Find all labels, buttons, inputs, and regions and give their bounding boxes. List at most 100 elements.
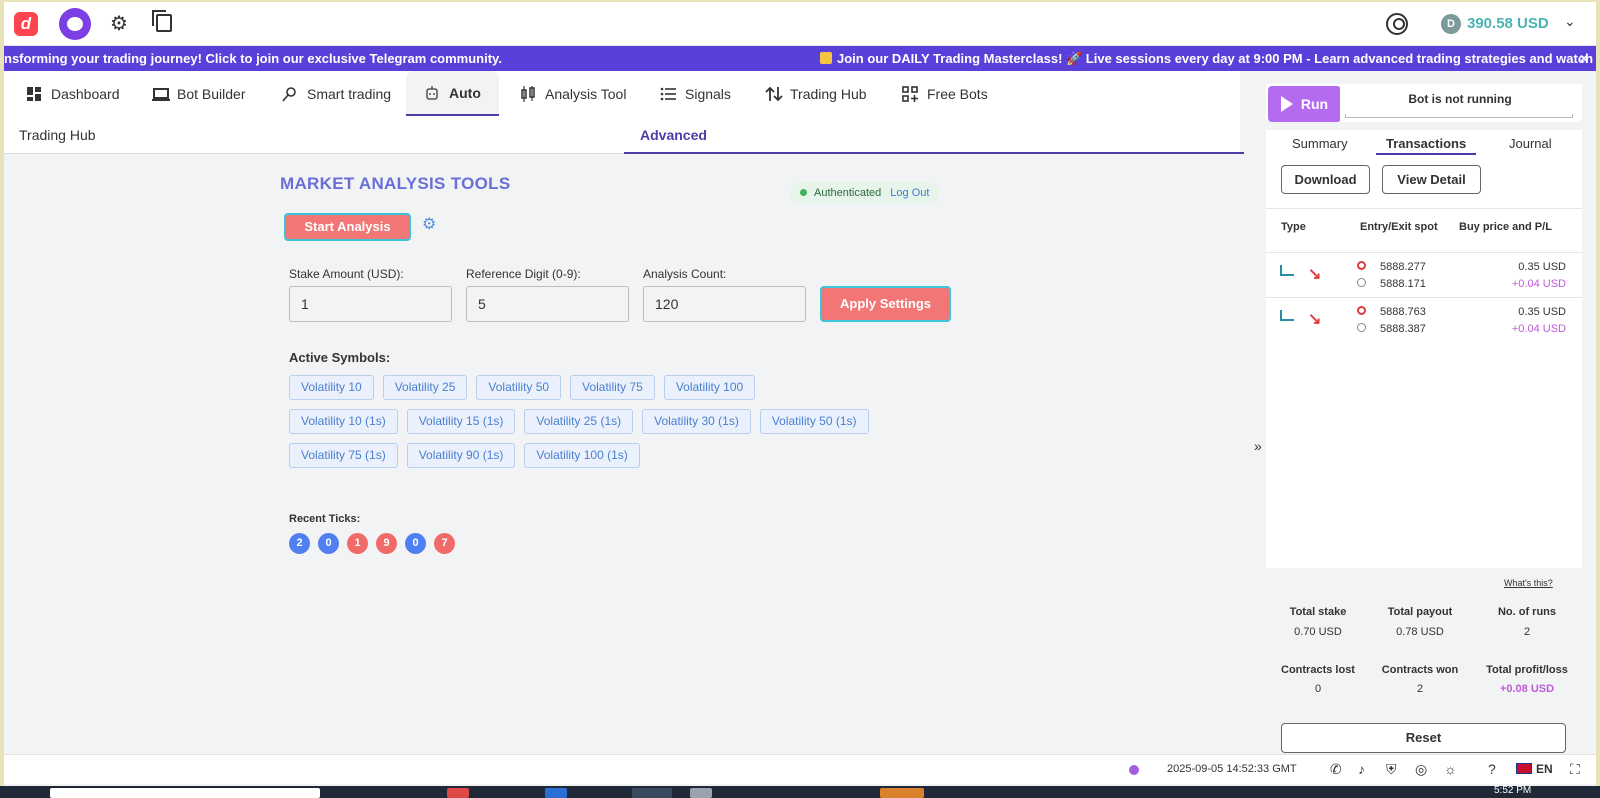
subtab-advanced[interactable]: Advanced bbox=[624, 116, 1244, 154]
top-bar: d ⚙ D 390.58 USD ⌄ bbox=[4, 2, 1596, 46]
entry-dot-icon bbox=[1357, 306, 1366, 315]
start-analysis-button[interactable]: Start Analysis bbox=[284, 213, 411, 241]
entry-spot: 5888.277 bbox=[1380, 261, 1426, 273]
stat-value: 0 bbox=[1314, 683, 1322, 695]
symbol-chip[interactable]: Volatility 10 bbox=[289, 375, 374, 400]
logout-link[interactable]: Log Out bbox=[890, 187, 929, 199]
download-button[interactable]: Download bbox=[1281, 165, 1370, 194]
shield-icon[interactable]: ⛨ bbox=[1386, 761, 1397, 777]
buy-price: 0.35 USD bbox=[1518, 306, 1566, 318]
subtab-trading-hub[interactable]: Trading Hub bbox=[19, 116, 96, 154]
whatsapp-icon[interactable]: ✆ bbox=[1330, 761, 1342, 777]
language-code: EN bbox=[1536, 762, 1553, 776]
tab-dashboard[interactable]: Dashboard bbox=[26, 71, 120, 116]
tab-free-bots[interactable]: Free Bots bbox=[902, 71, 988, 116]
theme-icon[interactable]: ☼ bbox=[1444, 761, 1457, 777]
bot-builder-icon bbox=[152, 86, 170, 102]
symbol-chip[interactable]: Volatility 100 (1s) bbox=[524, 443, 640, 468]
symbol-chip[interactable]: Volatility 90 (1s) bbox=[406, 443, 516, 468]
help-icon[interactable]: ? bbox=[1488, 761, 1496, 777]
stat-value: 2 bbox=[1416, 683, 1424, 695]
column-header-type: Type bbox=[1281, 221, 1306, 233]
whats-this-link[interactable]: What's this? bbox=[1504, 578, 1553, 588]
chevron-down-icon[interactable]: ⌄ bbox=[1564, 13, 1576, 30]
symbol-chip[interactable]: Volatility 15 (1s) bbox=[406, 409, 516, 434]
stat-value: +0.08 USD bbox=[1499, 683, 1555, 695]
symbol-chip[interactable]: Volatility 100 bbox=[663, 375, 756, 400]
tab-auto[interactable]: Auto bbox=[406, 71, 499, 116]
taskbar-app[interactable] bbox=[447, 788, 469, 798]
stake-amount-label: Stake Amount (USD): bbox=[289, 267, 404, 281]
bot-status-text: Bot is not running bbox=[1408, 92, 1512, 106]
reset-button[interactable]: Reset bbox=[1281, 723, 1566, 753]
banner-masterclass[interactable]: Join our DAILY Trading Masterclass! 🚀 Li… bbox=[820, 46, 1596, 71]
taskbar-app[interactable] bbox=[632, 788, 672, 798]
exit-dot-icon bbox=[1357, 278, 1366, 287]
run-button[interactable]: Run bbox=[1268, 86, 1341, 122]
tab-label: Trading Hub bbox=[790, 85, 867, 102]
tab-smart-trading[interactable]: Smart trading bbox=[282, 71, 391, 116]
apply-settings-button[interactable]: Apply Settings bbox=[820, 286, 951, 322]
tiktok-icon[interactable]: ♪ bbox=[1358, 761, 1365, 777]
taskbar-search[interactable] bbox=[50, 788, 320, 798]
fullscreen-icon[interactable]: ⛶ bbox=[1570, 761, 1580, 777]
account-balance[interactable]: 390.58 USD bbox=[1467, 15, 1549, 32]
taskbar-app[interactable] bbox=[690, 788, 712, 798]
stat-label: Total payout bbox=[1387, 606, 1453, 618]
promo-banner[interactable]: nsforming your trading journey! Click to… bbox=[4, 46, 1596, 71]
tab-trading-hub[interactable]: Trading Hub bbox=[765, 71, 867, 116]
entry-spot: 5888.763 bbox=[1380, 306, 1426, 318]
run-panel-tabs: Summary Transactions Journal bbox=[1266, 130, 1582, 158]
dashboard-icon bbox=[26, 86, 42, 102]
gear-icon[interactable]: ⚙ bbox=[110, 12, 128, 36]
symbol-chip[interactable]: Volatility 25 (1s) bbox=[524, 409, 634, 434]
tab-journal[interactable]: Journal bbox=[1509, 136, 1552, 151]
profit-loss: +0.04 USD bbox=[1511, 278, 1566, 290]
language-selector[interactable]: EN bbox=[1516, 762, 1553, 776]
taskbar-app[interactable] bbox=[880, 788, 924, 798]
tick-digit: 7 bbox=[434, 533, 455, 554]
symbol-chip[interactable]: Volatility 50 bbox=[476, 375, 562, 400]
exit-spot: 5888.171 bbox=[1380, 278, 1426, 290]
banner-telegram-text[interactable]: nsforming your trading journey! Click to… bbox=[4, 46, 502, 71]
tab-transactions[interactable]: Transactions bbox=[1376, 136, 1477, 155]
settings-icon[interactable]: ⚙ bbox=[422, 214, 436, 234]
book-icon bbox=[820, 52, 832, 64]
symbol-chip[interactable]: Volatility 75 bbox=[570, 375, 655, 400]
analysis-count-input[interactable]: 120 bbox=[643, 286, 806, 322]
swap-icon bbox=[765, 86, 783, 102]
responsible-trading-icon[interactable]: ◎ bbox=[1415, 761, 1427, 777]
tab-bot-builder[interactable]: Bot Builder bbox=[152, 71, 245, 116]
symbol-chip[interactable]: Volatility 30 (1s) bbox=[642, 409, 751, 434]
symbol-chip[interactable]: Volatility 25 bbox=[382, 375, 468, 400]
copy-icon[interactable] bbox=[152, 10, 172, 32]
reference-digit-input[interactable]: 5 bbox=[466, 286, 629, 322]
symbol-chip[interactable]: Volatility 50 (1s) bbox=[759, 409, 869, 434]
symbol-chip[interactable]: Volatility 10 (1s) bbox=[289, 409, 398, 434]
taskbar-app[interactable] bbox=[545, 788, 567, 798]
bot-status: Bot is not running bbox=[1340, 86, 1580, 122]
symbol-chip[interactable]: Volatility 75 (1s) bbox=[289, 443, 398, 468]
deriv-logo[interactable]: d bbox=[14, 12, 38, 36]
tab-label: Free Bots bbox=[927, 85, 988, 102]
tick-digit: 0 bbox=[405, 533, 426, 554]
account-icon[interactable] bbox=[1386, 13, 1408, 35]
stat-value: 0.78 USD bbox=[1396, 626, 1444, 638]
run-panel-body bbox=[1266, 130, 1582, 568]
exit-spot: 5888.387 bbox=[1380, 323, 1426, 335]
column-header-spot: Entry/Exit spot bbox=[1360, 221, 1438, 233]
auth-status-badge: Authenticated Log Out bbox=[790, 182, 940, 204]
collapse-panel-icon[interactable]: » bbox=[1254, 438, 1262, 454]
stat-label: No. of runs bbox=[1497, 606, 1557, 618]
view-detail-button[interactable]: View Detail bbox=[1382, 165, 1481, 194]
tab-analysis-tool[interactable]: Analysis Tool bbox=[520, 71, 626, 116]
tab-summary[interactable]: Summary bbox=[1292, 136, 1348, 151]
tab-signals[interactable]: Signals bbox=[660, 71, 731, 116]
tick-digit: 2 bbox=[289, 533, 310, 554]
tick-digit: 9 bbox=[376, 533, 397, 554]
stake-amount-input[interactable]: 1 bbox=[289, 286, 452, 322]
status-dot bbox=[800, 189, 807, 196]
chat-icon[interactable] bbox=[59, 8, 91, 40]
close-icon[interactable]: × bbox=[1580, 46, 1588, 71]
run-label: Run bbox=[1300, 96, 1329, 112]
